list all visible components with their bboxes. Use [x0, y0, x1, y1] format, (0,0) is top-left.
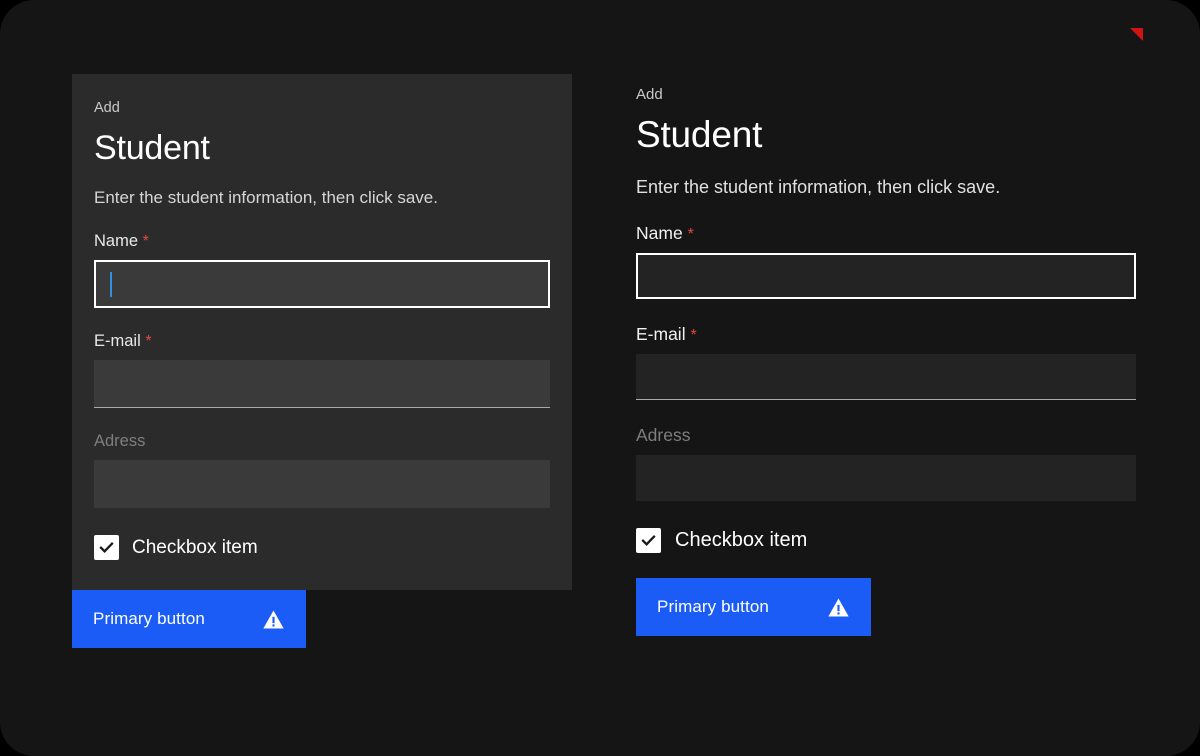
field-name-required-asterisk-alt: *: [687, 226, 694, 244]
field-adress: Adress: [94, 432, 550, 509]
warning-triangle-icon: [262, 608, 285, 631]
form-subtitle: Enter the student information, then clic…: [94, 188, 438, 208]
field-name-required-asterisk: *: [142, 233, 149, 251]
form-eyebrow-alt: Add: [636, 86, 663, 103]
checkbox-checked-icon-alt[interactable]: [636, 528, 661, 554]
field-email-alt: E-mail *: [636, 324, 1136, 401]
field-adress-label: Adress: [94, 432, 550, 451]
email-input[interactable]: [94, 360, 550, 409]
page-title: Student: [94, 129, 210, 168]
field-name-label-alt: Name *: [636, 223, 1136, 244]
page-title-alt: Student: [636, 114, 763, 155]
field-name-label-text: Name: [94, 232, 139, 251]
field-adress-alt: Adress: [636, 425, 1136, 502]
form-subtitle-alt: Enter the student information, then clic…: [636, 176, 1001, 197]
name-input-alt[interactable]: [636, 253, 1136, 300]
field-email-label-text: E-mail: [94, 332, 141, 351]
form-variant-plain-background: Add Student Enter the student informatio…: [636, 86, 1136, 637]
field-email-label: E-mail *: [94, 332, 550, 351]
checkbox-label-alt: Checkbox item: [675, 529, 808, 552]
field-name-label-text-alt: Name: [636, 223, 683, 244]
checkbox-checked-icon[interactable]: [94, 535, 119, 561]
field-name: Name *: [94, 232, 550, 309]
warning-triangle-icon-alt: [827, 596, 850, 619]
primary-button-label-alt: Primary button: [657, 597, 769, 617]
field-email-label-alt: E-mail *: [636, 324, 1136, 345]
field-email: E-mail *: [94, 332, 550, 409]
primary-button-alt[interactable]: Primary button: [636, 578, 871, 637]
field-email-required-asterisk-alt: *: [690, 327, 697, 345]
field-email-required-asterisk: *: [145, 333, 152, 351]
field-name-alt: Name *: [636, 223, 1136, 300]
adress-input[interactable]: [94, 460, 550, 509]
adress-input-alt[interactable]: [636, 455, 1136, 502]
checkbox-label: Checkbox item: [132, 536, 258, 558]
field-adress-label-alt: Adress: [636, 425, 1136, 446]
name-input[interactable]: [94, 260, 550, 309]
app-stage: Add Student Enter the student informatio…: [0, 0, 1200, 756]
checkbox-row-alt[interactable]: Checkbox item: [636, 528, 1136, 554]
field-adress-label-text: Adress: [94, 432, 146, 451]
form-card: Add Student Enter the student informatio…: [72, 74, 572, 591]
form-eyebrow: Add: [94, 100, 120, 116]
email-input-alt[interactable]: [636, 354, 1136, 401]
checkbox-row[interactable]: Checkbox item: [94, 535, 550, 561]
field-email-label-text-alt: E-mail: [636, 324, 686, 345]
red-corner-marker-icon: [1130, 28, 1143, 41]
form-variant-card-surface: Add Student Enter the student informatio…: [72, 74, 572, 649]
primary-button[interactable]: Primary button: [72, 590, 306, 649]
field-name-label: Name *: [94, 232, 550, 251]
text-caret-icon: [110, 271, 112, 297]
primary-button-label: Primary button: [93, 609, 205, 629]
field-adress-label-text-alt: Adress: [636, 425, 691, 446]
